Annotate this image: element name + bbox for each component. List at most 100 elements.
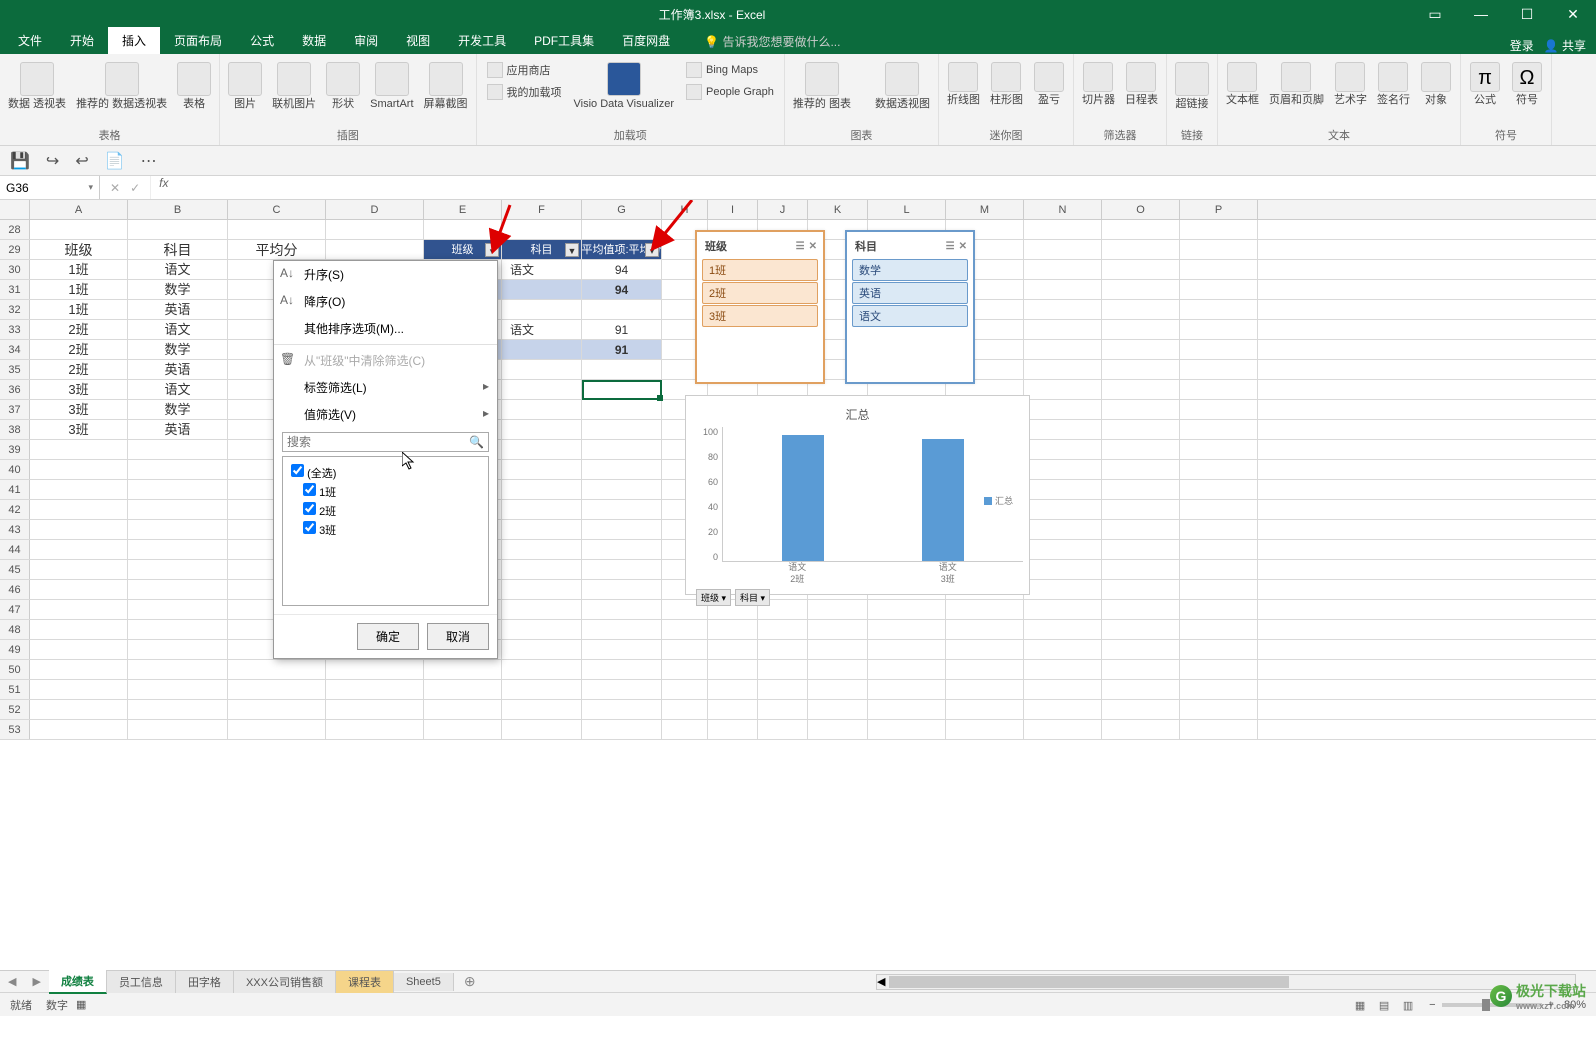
column-header[interactable]: J: [758, 200, 808, 219]
cell[interactable]: [424, 660, 502, 679]
cell[interactable]: 数学: [128, 400, 228, 419]
column-header[interactable]: K: [808, 200, 868, 219]
cell[interactable]: [30, 440, 128, 459]
header-footer-button[interactable]: 页眉和页脚: [1267, 60, 1326, 108]
row-header[interactable]: 40: [0, 460, 30, 479]
myaddins-button[interactable]: 我的加载项: [483, 82, 566, 102]
row-header[interactable]: 35: [0, 360, 30, 379]
cell[interactable]: [1180, 520, 1258, 539]
zoom-out-icon[interactable]: −: [1429, 999, 1435, 1011]
cell[interactable]: 2班: [30, 320, 128, 339]
cell[interactable]: [326, 700, 424, 719]
cell[interactable]: [1102, 680, 1180, 699]
cell[interactable]: [582, 360, 662, 379]
cell[interactable]: [1024, 540, 1102, 559]
cell[interactable]: [758, 640, 808, 659]
cell[interactable]: [868, 720, 946, 739]
cell[interactable]: [582, 620, 662, 639]
multi-select-icon[interactable]: ☰: [796, 241, 805, 252]
share-button[interactable]: 👤 共享: [1544, 37, 1586, 54]
cell[interactable]: 平均值项:平均分▾: [582, 240, 662, 259]
column-header[interactable]: C: [228, 200, 326, 219]
cell[interactable]: [1024, 320, 1102, 339]
column-header[interactable]: L: [868, 200, 946, 219]
wordart-button[interactable]: 艺术字: [1332, 60, 1369, 108]
cell[interactable]: [708, 680, 758, 699]
cell[interactable]: [128, 220, 228, 239]
cell[interactable]: [1024, 720, 1102, 739]
column-header[interactable]: N: [1024, 200, 1102, 219]
slicer-item[interactable]: 1班: [702, 259, 818, 281]
cell[interactable]: [582, 420, 662, 439]
visio-button[interactable]: Visio Data Visualizer: [572, 60, 676, 112]
cell[interactable]: [1024, 280, 1102, 299]
cell[interactable]: [502, 720, 582, 739]
cell[interactable]: [30, 660, 128, 679]
cell[interactable]: 语文: [128, 260, 228, 279]
name-box[interactable]: G36: [0, 176, 100, 199]
row-header[interactable]: 50: [0, 660, 30, 679]
column-header[interactable]: I: [708, 200, 758, 219]
slicer-button[interactable]: 切片器: [1080, 60, 1117, 108]
cell[interactable]: [502, 300, 582, 319]
row-header[interactable]: 39: [0, 440, 30, 459]
cell[interactable]: [502, 580, 582, 599]
cell[interactable]: [1180, 460, 1258, 479]
cell[interactable]: [1024, 420, 1102, 439]
cell[interactable]: 3班: [30, 420, 128, 439]
cell[interactable]: [582, 400, 662, 419]
cell[interactable]: [708, 640, 758, 659]
cell[interactable]: 数学: [128, 280, 228, 299]
cell[interactable]: [1180, 340, 1258, 359]
cell[interactable]: [1102, 460, 1180, 479]
spreadsheet-grid[interactable]: A B C D E F G H I J K L M N O P 2829班级科目…: [0, 200, 1596, 970]
row-header[interactable]: 53: [0, 720, 30, 739]
cell[interactable]: [868, 680, 946, 699]
cell[interactable]: [1180, 360, 1258, 379]
undo-icon[interactable]: ↩: [75, 151, 88, 171]
ribbon-display-options-icon[interactable]: ▭: [1412, 0, 1458, 28]
cell[interactable]: [1180, 280, 1258, 299]
cell[interactable]: [502, 660, 582, 679]
login-link[interactable]: 登录: [1510, 37, 1534, 54]
cell[interactable]: [868, 660, 946, 679]
cell[interactable]: [708, 660, 758, 679]
column-header[interactable]: E: [424, 200, 502, 219]
cell[interactable]: 平均分: [228, 240, 326, 259]
cell[interactable]: [128, 720, 228, 739]
sheet-tab[interactable]: XXX公司销售额: [234, 971, 336, 993]
tell-me[interactable]: 💡 告诉我您想要做什么...: [704, 29, 840, 54]
cell[interactable]: [1102, 560, 1180, 579]
cell[interactable]: [1102, 240, 1180, 259]
cell[interactable]: 数学: [128, 340, 228, 359]
cell[interactable]: [1102, 520, 1180, 539]
cell[interactable]: [1180, 620, 1258, 639]
tab-view[interactable]: 视图: [392, 27, 444, 54]
slicer-item[interactable]: 3班: [702, 305, 818, 327]
column-header[interactable]: A: [30, 200, 128, 219]
column-header[interactable]: F: [502, 200, 582, 219]
sheet-tab[interactable]: 田字格: [176, 971, 234, 993]
row-header[interactable]: 51: [0, 680, 30, 699]
cell[interactable]: [1180, 600, 1258, 619]
cell[interactable]: [946, 640, 1024, 659]
row-header[interactable]: 42: [0, 500, 30, 519]
cell[interactable]: 班级: [30, 240, 128, 259]
cell[interactable]: [424, 680, 502, 699]
cell[interactable]: [1180, 500, 1258, 519]
cell[interactable]: 语文: [502, 260, 582, 279]
cell[interactable]: [1180, 680, 1258, 699]
column-header[interactable]: B: [128, 200, 228, 219]
cell[interactable]: [1024, 340, 1102, 359]
cell[interactable]: [582, 480, 662, 499]
hyperlink-button[interactable]: 超链接: [1173, 60, 1211, 112]
cell[interactable]: [1102, 220, 1180, 239]
cell[interactable]: 1班: [30, 300, 128, 319]
cell[interactable]: [1180, 480, 1258, 499]
multi-select-icon[interactable]: ☰: [946, 241, 955, 252]
cell[interactable]: [662, 700, 708, 719]
cell[interactable]: [502, 220, 582, 239]
cell[interactable]: [1024, 600, 1102, 619]
row-header[interactable]: 32: [0, 300, 30, 319]
row-header[interactable]: 36: [0, 380, 30, 399]
